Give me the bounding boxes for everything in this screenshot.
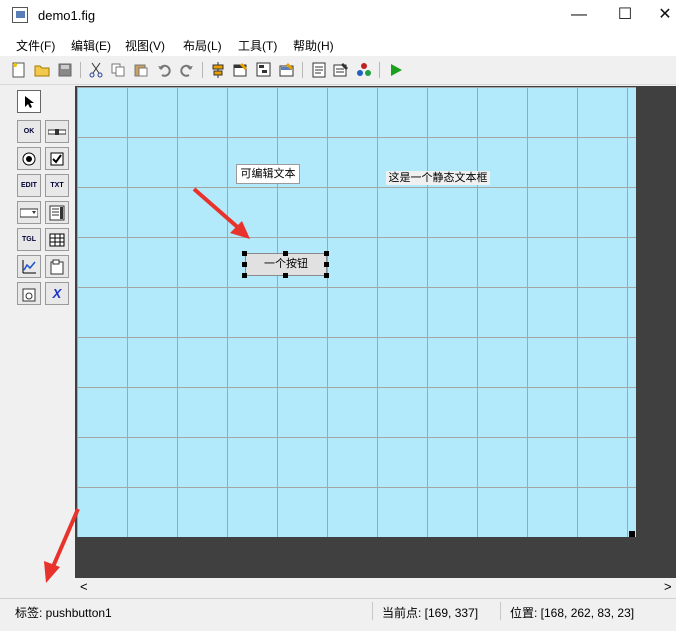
panel-tool[interactable] xyxy=(45,255,69,278)
select-tool[interactable] xyxy=(17,90,41,113)
selection-handle[interactable] xyxy=(324,251,329,256)
menu-layout[interactable]: 布局(L) xyxy=(183,37,222,54)
menu-help[interactable]: 帮助(H) xyxy=(293,37,334,54)
menu-file[interactable]: 文件(F) xyxy=(16,37,55,54)
selection-handle[interactable] xyxy=(242,273,247,278)
menu-bar: 文件(F) 编辑(E) 视图(V) 布局(L) 工具(T) 帮助(H) xyxy=(0,32,676,56)
status-divider xyxy=(500,602,501,620)
canvas-resize-handle[interactable] xyxy=(629,531,635,537)
pushbutton-tool[interactable]: OK xyxy=(17,120,41,143)
component-palette: OK EDIT TXT TGL X xyxy=(14,88,72,548)
edit-text-tool[interactable]: EDIT xyxy=(17,174,41,197)
editor-icon[interactable] xyxy=(310,61,328,79)
listbox-tool[interactable] xyxy=(45,201,69,224)
button-group-tool[interactable] xyxy=(17,282,41,305)
align-icon[interactable] xyxy=(209,61,227,79)
slider-tool[interactable] xyxy=(45,120,69,143)
property-inspector-icon[interactable] xyxy=(332,61,350,79)
status-divider xyxy=(372,602,373,620)
selection-handle[interactable] xyxy=(283,273,288,278)
paste-icon[interactable] xyxy=(132,61,150,79)
toolbar-separator xyxy=(80,62,81,78)
menu-edit[interactable]: 编辑(E) xyxy=(71,37,111,54)
toolbar-separator xyxy=(379,62,380,78)
new-file-icon[interactable] xyxy=(10,61,28,79)
table-tool[interactable] xyxy=(45,228,69,251)
undo-icon[interactable] xyxy=(155,61,173,79)
copy-icon[interactable] xyxy=(109,61,127,79)
tab-order-icon[interactable] xyxy=(255,61,273,79)
status-position: 位置: [168, 262, 83, 23] xyxy=(510,606,635,620)
axes-tool[interactable] xyxy=(17,255,41,278)
edit-text-control[interactable]: 可编辑文本 xyxy=(236,164,300,184)
selection-handle[interactable] xyxy=(324,262,329,267)
menu-tools[interactable]: 工具(T) xyxy=(238,37,277,54)
save-icon[interactable] xyxy=(56,61,74,79)
toggle-button-tool[interactable]: TGL xyxy=(17,228,41,251)
scroll-right-button[interactable]: > xyxy=(664,579,672,594)
toolbar-separator xyxy=(202,62,203,78)
static-text-control[interactable]: 这是一个静态文本框 xyxy=(386,171,490,185)
status-tag: 标签: pushbutton1 xyxy=(15,606,112,620)
layout-canvas[interactable] xyxy=(77,87,636,537)
selection-handle[interactable] xyxy=(283,251,288,256)
menu-editor-icon[interactable] xyxy=(232,61,250,79)
red-arrow-icon xyxy=(44,508,80,583)
redo-icon[interactable] xyxy=(178,61,196,79)
object-browser-icon[interactable] xyxy=(355,61,373,79)
static-text-tool[interactable]: TXT xyxy=(45,174,69,197)
selection-handle[interactable] xyxy=(242,251,247,256)
red-arrow-icon xyxy=(192,187,250,239)
selection-handle[interactable] xyxy=(324,273,329,278)
status-bar: 标签: pushbutton1 当前点: [169, 337] 位置: [168… xyxy=(0,598,676,623)
title-bar: demo1.fig — ☐ ✕ xyxy=(0,0,676,32)
toolbar-editor-icon[interactable] xyxy=(278,61,296,79)
menu-view[interactable]: 视图(V) xyxy=(125,37,165,54)
horizontal-scrollbar[interactable]: < > xyxy=(75,578,676,596)
selection-handle[interactable] xyxy=(242,262,247,267)
run-icon[interactable] xyxy=(387,61,405,79)
open-folder-icon[interactable] xyxy=(33,61,51,79)
scroll-left-button[interactable]: < xyxy=(80,579,88,594)
figure-icon xyxy=(12,7,28,23)
activex-tool[interactable]: X xyxy=(45,282,69,305)
cut-icon[interactable] xyxy=(87,61,105,79)
close-button[interactable]: ✕ xyxy=(642,0,676,32)
checkbox-tool[interactable] xyxy=(45,147,69,170)
minimize-button[interactable]: — xyxy=(556,0,602,32)
toolbar xyxy=(0,56,676,85)
status-current-point: 当前点: [169, 337] xyxy=(382,606,479,620)
popup-menu-tool[interactable] xyxy=(17,201,41,224)
radiobutton-tool[interactable] xyxy=(17,147,41,170)
toolbar-separator xyxy=(302,62,303,78)
window-title: demo1.fig xyxy=(38,8,96,23)
